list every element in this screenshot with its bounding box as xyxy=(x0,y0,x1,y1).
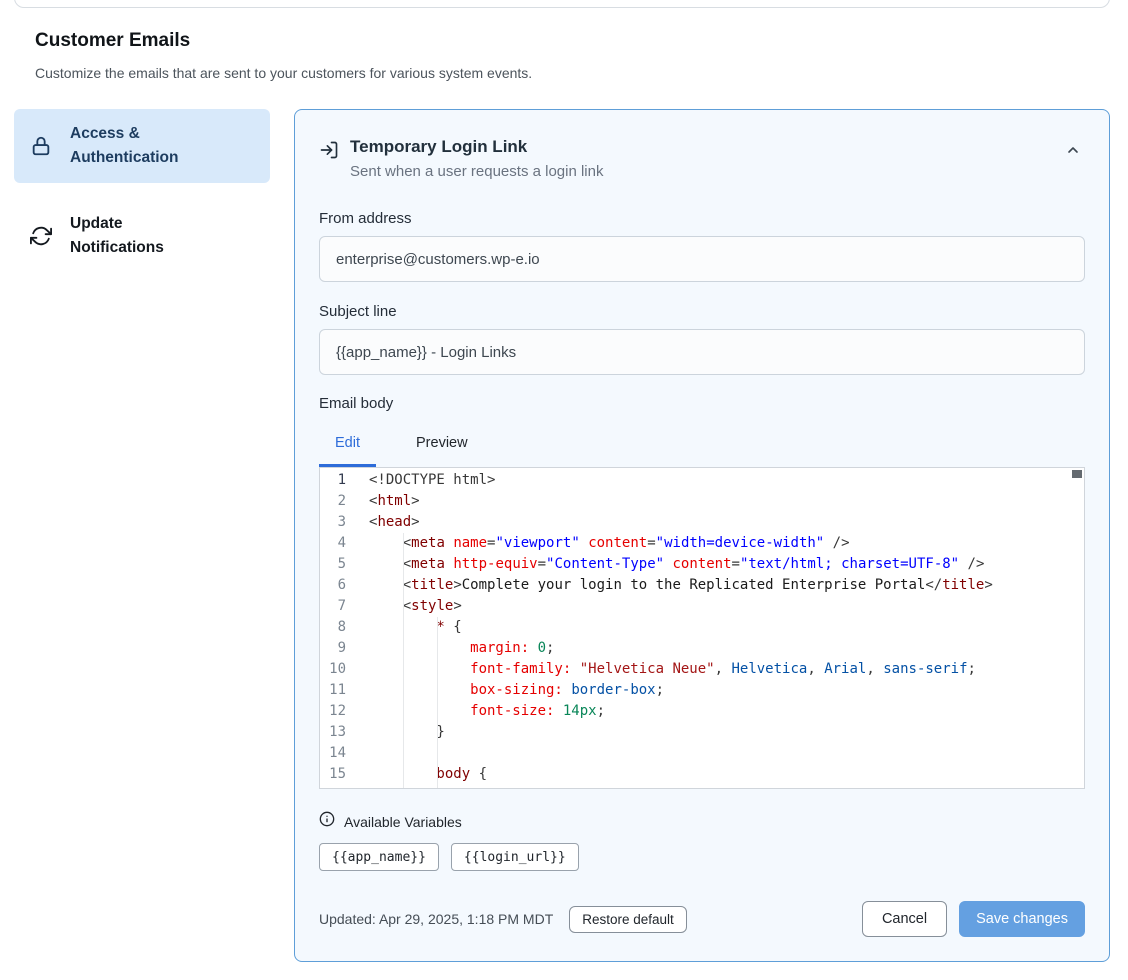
email-body-tabs: Edit Preview xyxy=(319,426,1085,467)
code-line[interactable]: 13 } xyxy=(320,722,1084,743)
line-number: 3 xyxy=(320,512,360,533)
variable-chip-login-url[interactable]: {{login_url}} xyxy=(451,843,579,871)
page-subtitle: Customize the emails that are sent to yo… xyxy=(35,65,1093,81)
line-number: 7 xyxy=(320,596,360,617)
cancel-button[interactable]: Cancel xyxy=(862,901,947,937)
available-variables-label: Available Variables xyxy=(344,814,462,830)
code-line[interactable]: 6 <title>Complete your login to the Repl… xyxy=(320,575,1084,596)
code-editor[interactable]: 1<!DOCTYPE html>2<html>3<head>4 <meta na… xyxy=(319,467,1085,789)
email-settings-panel: Temporary Login Link Sent when a user re… xyxy=(294,109,1110,962)
variable-chips: {{app_name}} {{login_url}} xyxy=(319,843,1085,871)
indent-guide xyxy=(403,533,404,788)
sidebar-item-label: Access & Authentication xyxy=(70,122,200,170)
previous-section-card-edge xyxy=(14,0,1110,8)
login-icon xyxy=(319,140,339,160)
main-layout: Access & Authentication Update Notificat… xyxy=(0,109,1128,962)
panel-title: Temporary Login Link xyxy=(350,134,1061,160)
email-body-label: Email body xyxy=(319,395,1085,412)
line-number: 11 xyxy=(320,680,360,701)
variable-chip-app-name[interactable]: {{app_name}} xyxy=(319,843,439,871)
code-line[interactable]: 4 <meta name="viewport" content="width=d… xyxy=(320,533,1084,554)
chevron-up-icon xyxy=(1065,142,1081,158)
code-line[interactable]: 10 font-family: "Helvetica Neue", Helvet… xyxy=(320,659,1084,680)
line-number: 4 xyxy=(320,533,360,554)
code-line[interactable]: 12 font-size: 14px; xyxy=(320,701,1084,722)
line-number: 13 xyxy=(320,722,360,743)
lock-icon xyxy=(30,135,52,157)
indent-guide xyxy=(437,617,438,788)
panel-titles: Temporary Login Link Sent when a user re… xyxy=(350,134,1061,184)
code-line[interactable]: 9 margin: 0; xyxy=(320,638,1084,659)
code-line[interactable]: 7 <style> xyxy=(320,596,1084,617)
tab-preview[interactable]: Preview xyxy=(400,426,484,467)
line-number: 15 xyxy=(320,764,360,785)
code-line[interactable]: 14 xyxy=(320,743,1084,764)
code-line[interactable]: 3<head> xyxy=(320,512,1084,533)
panel-subtitle: Sent when a user requests a login link xyxy=(350,160,1061,184)
line-number: 12 xyxy=(320,701,360,722)
panel-header: Temporary Login Link Sent when a user re… xyxy=(319,134,1085,184)
code-line[interactable]: 8 * { xyxy=(320,617,1084,638)
info-icon xyxy=(319,811,335,832)
code-line[interactable]: 5 <meta http-equiv="Content-Type" conten… xyxy=(320,554,1084,575)
code-line[interactable]: 1<!DOCTYPE html> xyxy=(320,470,1084,491)
sync-icon xyxy=(30,225,52,247)
subject-line-label: Subject line xyxy=(319,303,1085,320)
restore-default-button[interactable]: Restore default xyxy=(569,906,687,933)
tab-edit[interactable]: Edit xyxy=(319,426,376,467)
editor-scrollbar-thumb[interactable] xyxy=(1072,470,1082,478)
sidebar-item-label: Update Notifications xyxy=(70,212,200,260)
save-changes-button[interactable]: Save changes xyxy=(959,901,1085,937)
code-line[interactable]: 11 box-sizing: border-box; xyxy=(320,680,1084,701)
code-lines: 1<!DOCTYPE html>2<html>3<head>4 <meta na… xyxy=(320,468,1084,789)
line-number: 1 xyxy=(320,470,360,491)
code-line[interactable]: 16 background-color: #f6f6f6; xyxy=(320,785,1084,789)
subject-line-input[interactable] xyxy=(319,329,1085,375)
sidebar: Access & Authentication Update Notificat… xyxy=(14,109,270,273)
page-header: Customer Emails Customize the emails tha… xyxy=(0,0,1128,81)
sidebar-item-update-notifications[interactable]: Update Notifications xyxy=(14,199,270,273)
line-number: 14 xyxy=(320,743,360,764)
line-number: 6 xyxy=(320,575,360,596)
from-address-input[interactable] xyxy=(319,236,1085,282)
line-number: 2 xyxy=(320,491,360,512)
code-line[interactable]: 2<html> xyxy=(320,491,1084,512)
updated-timestamp: Updated: Apr 29, 2025, 1:18 PM MDT xyxy=(319,911,553,927)
line-number: 5 xyxy=(320,554,360,575)
page-title: Customer Emails xyxy=(35,30,1093,52)
line-number: 8 xyxy=(320,617,360,638)
line-number: 9 xyxy=(320,638,360,659)
panel-footer: Updated: Apr 29, 2025, 1:18 PM MDT Resto… xyxy=(319,901,1085,937)
from-address-label: From address xyxy=(319,210,1085,227)
sidebar-item-access-authentication[interactable]: Access & Authentication xyxy=(14,109,270,183)
available-variables-row: Available Variables xyxy=(319,811,1085,832)
code-line[interactable]: 15 body { xyxy=(320,764,1084,785)
collapse-section-button[interactable] xyxy=(1061,138,1085,162)
line-number: 10 xyxy=(320,659,360,680)
line-number: 16 xyxy=(320,785,360,789)
